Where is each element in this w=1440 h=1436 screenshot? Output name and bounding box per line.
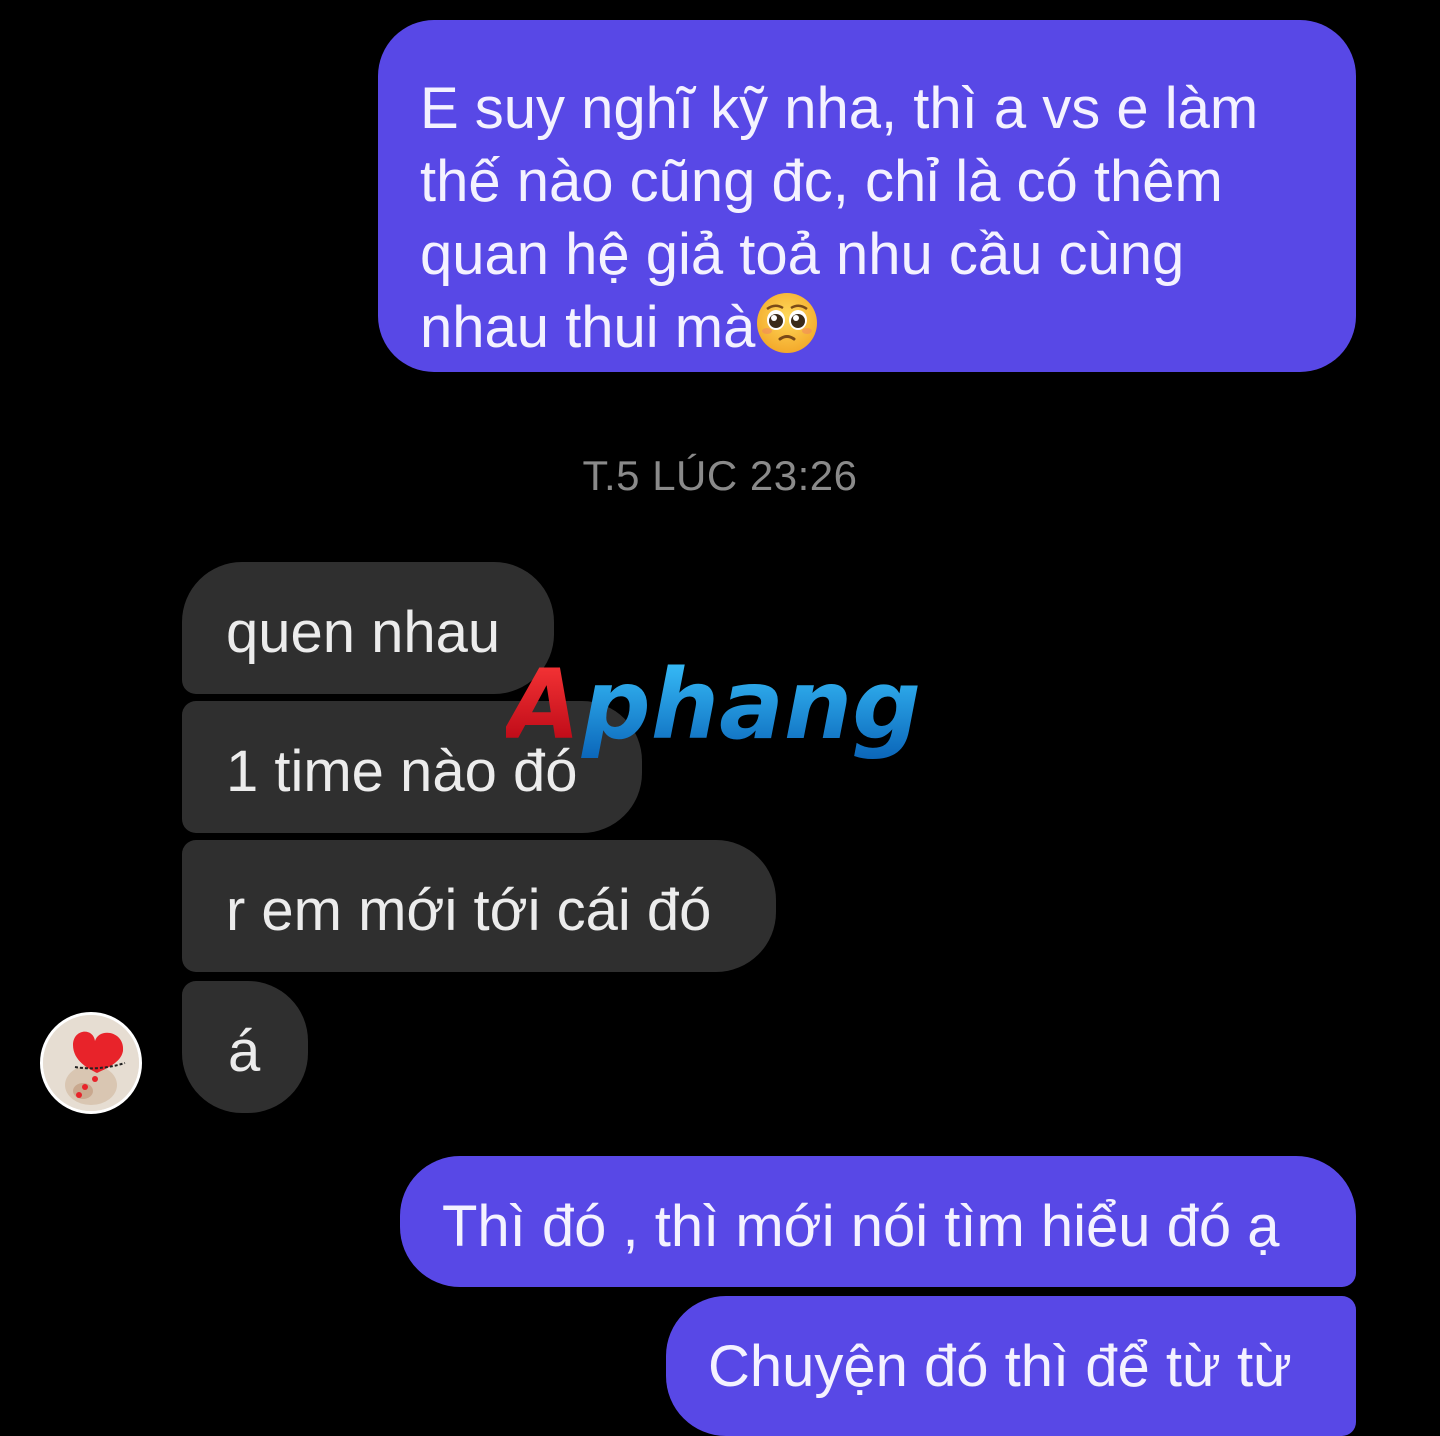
- received-message-bubble[interactable]: quen nhau: [182, 562, 554, 694]
- message-line: thế nào cũng đc, chỉ là có thêm: [420, 149, 1223, 214]
- pleading-face-icon: [757, 293, 818, 353]
- heart-sticker-icon: [43, 1015, 139, 1111]
- message-text: r em mới tới cái đó: [226, 878, 712, 943]
- sent-message-bubble[interactable]: Thì đó , thì mới nói tìm hiểu đó ạ: [400, 1156, 1356, 1287]
- sent-message-bubble[interactable]: E suy nghĩ kỹ nha, thì a vs e làm thế nà…: [378, 20, 1356, 372]
- message-text: á: [228, 1019, 261, 1084]
- timestamp-divider: T.5 LÚC 23:26: [582, 452, 858, 499]
- message-text: Chuyện đó thì để từ từ: [708, 1334, 1292, 1399]
- message-line: E suy nghĩ kỹ nha, thì a vs e làm: [420, 76, 1259, 141]
- message-line-text: nhau thui mà: [420, 295, 756, 360]
- watermark-letters: phang: [581, 652, 921, 761]
- sent-message-bubble[interactable]: Chuyện đó thì để từ từ: [666, 1296, 1356, 1436]
- received-message-bubble[interactable]: r em mới tới cái đó: [182, 840, 776, 972]
- message-line-last: nhau thui mà: [420, 291, 1316, 364]
- watermark-logo: A phang: [506, 652, 921, 761]
- contact-avatar[interactable]: [40, 1012, 142, 1114]
- received-message-bubble[interactable]: á: [182, 981, 308, 1113]
- message-text: Thì đó , thì mới nói tìm hiểu đó ạ: [442, 1194, 1280, 1259]
- watermark-letter-a: A: [506, 652, 580, 761]
- message-line: quan hệ giả toả nhu cầu cùng: [420, 222, 1185, 287]
- message-text: quen nhau: [226, 600, 501, 665]
